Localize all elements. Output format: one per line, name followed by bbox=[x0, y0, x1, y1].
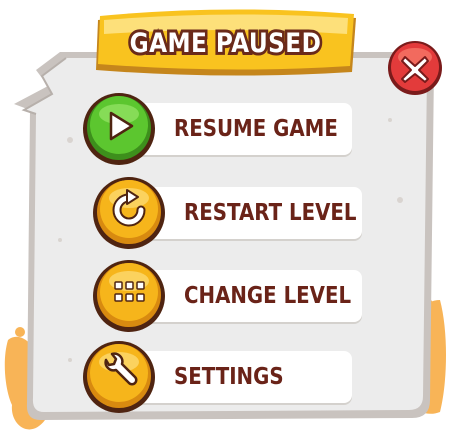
restart-icon bbox=[93, 177, 165, 249]
wrench-icon bbox=[83, 341, 155, 413]
grid-icon bbox=[93, 260, 165, 332]
change-level-button[interactable]: CHANGE LEVEL bbox=[92, 259, 364, 333]
close-x-icon bbox=[388, 41, 442, 95]
settings-label: SETTINGS bbox=[174, 364, 284, 390]
play-icon bbox=[83, 93, 155, 165]
change-level-label: CHANGE LEVEL bbox=[184, 283, 352, 309]
page-title: GAME PAUSED bbox=[127, 25, 323, 62]
close-button[interactable] bbox=[386, 39, 444, 97]
resume-game-button[interactable]: RESUME GAME bbox=[82, 92, 354, 166]
restart-level-label: RESTART LEVEL bbox=[184, 200, 357, 226]
settings-button[interactable]: SETTINGS bbox=[82, 340, 354, 414]
resume-game-label: RESUME GAME bbox=[174, 116, 338, 142]
title-banner: GAME PAUSED bbox=[92, 13, 358, 73]
pause-dialog: GAME PAUSED RESUME GAME RESTART LEVEL CH… bbox=[0, 0, 450, 440]
restart-level-button[interactable]: RESTART LEVEL bbox=[92, 176, 364, 250]
